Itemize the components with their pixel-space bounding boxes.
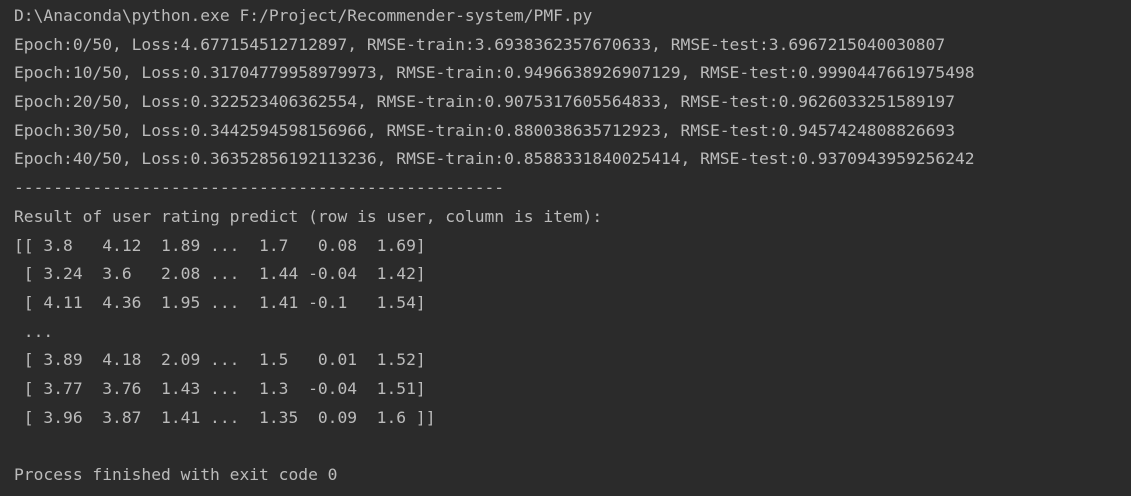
epoch-line: Epoch:40/50, Loss:0.36352856192113236, R… <box>14 149 975 169</box>
matrix-row: [ 3.77 3.76 1.43 ... 1.3 -0.04 1.51] <box>14 378 426 398</box>
matrix-ellipsis: ... <box>14 321 54 341</box>
matrix-row: [ 3.24 3.6 2.08 ... 1.44 -0.04 1.42] <box>14 264 426 284</box>
result-header: Result of user rating predict (row is us… <box>14 206 603 226</box>
matrix-row: [[ 3.8 4.12 1.89 ... 1.7 0.08 1.69] <box>14 235 426 255</box>
separator-line: ----------------------------------------… <box>14 178 505 198</box>
epoch-line: Epoch:10/50, Loss:0.31704779958979973, R… <box>14 63 975 83</box>
command-line: D:\Anaconda\python.exe F:/Project/Recomm… <box>14 6 593 25</box>
matrix-row: [ 4.11 4.36 1.95 ... 1.41 -0.1 1.54] <box>14 292 426 312</box>
matrix-row: [ 3.89 4.18 2.09 ... 1.5 0.01 1.52] <box>14 350 426 370</box>
run-console-output[interactable]: D:\Anaconda\python.exe F:/Project/Recomm… <box>0 0 1131 496</box>
epoch-line: Epoch:0/50, Loss:4.677154512712897, RMSE… <box>14 34 946 54</box>
epoch-line: Epoch:20/50, Loss:0.322523406362554, RMS… <box>14 92 956 112</box>
epoch-line: Epoch:30/50, Loss:0.3442594598156966, RM… <box>14 120 956 140</box>
exit-message: Process finished with exit code 0 <box>14 465 338 484</box>
matrix-row: [ 3.96 3.87 1.41 ... 1.35 0.09 1.6 ]] <box>14 407 436 427</box>
